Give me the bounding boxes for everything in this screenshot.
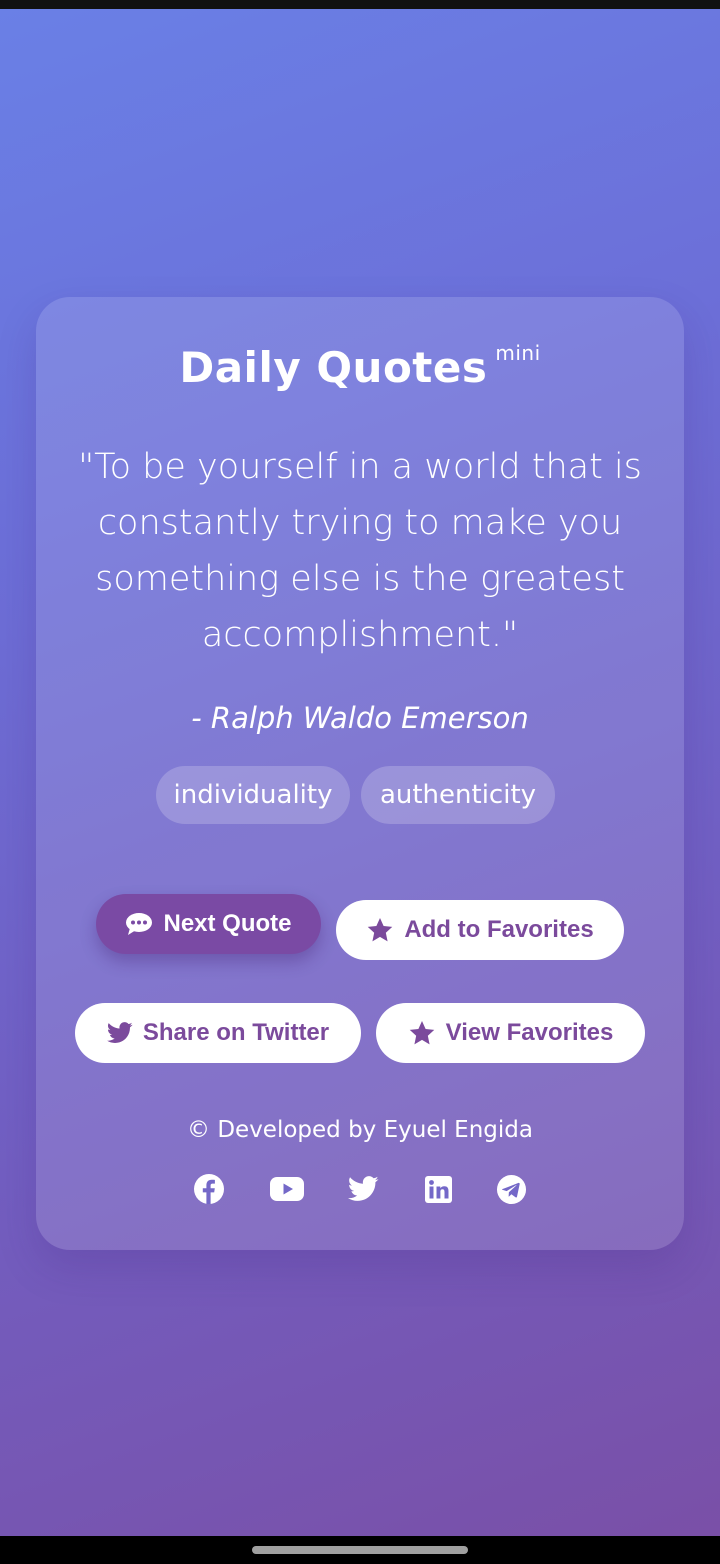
linkedin-link[interactable] <box>424 1171 452 1207</box>
add-to-favorites-button[interactable]: Add to Favorites <box>336 900 624 960</box>
quote-author: - Ralph Waldo Emerson <box>191 701 529 735</box>
share-on-twitter-button[interactable]: Share on Twitter <box>75 1003 361 1063</box>
developer-credit: © Developed by Eyuel Engida <box>187 1117 533 1143</box>
tag-individuality[interactable]: individuality <box>156 766 350 824</box>
app-title-text: Daily Quotes <box>179 343 488 392</box>
youtube-link[interactable] <box>269 1171 305 1207</box>
share-on-twitter-label: Share on Twitter <box>142 1019 330 1046</box>
facebook-link[interactable] <box>193 1171 225 1207</box>
star-icon <box>409 1020 434 1044</box>
title-badge: mini <box>495 341 541 365</box>
twitter-icon <box>106 1022 133 1043</box>
star-icon <box>368 917 393 941</box>
quote-card: Daily Quotes mini "To be yourself in a wo… <box>36 297 684 1250</box>
quote-text: "To be yourself in a world that is const… <box>78 447 642 655</box>
system-navigation-bar <box>0 1536 720 1564</box>
view-favorites-button[interactable]: View Favorites <box>376 1003 645 1063</box>
comment-icon <box>126 913 153 935</box>
home-gesture-handle[interactable] <box>252 1546 468 1554</box>
view-favorites-label: View Favorites <box>445 1019 614 1046</box>
linkedin-icon <box>424 1175 452 1203</box>
twitter-link[interactable] <box>347 1171 379 1207</box>
next-quote-button[interactable]: Next Quote <box>96 894 321 954</box>
twitter-icon <box>347 1176 378 1201</box>
next-quote-label: Next Quote <box>163 910 292 937</box>
telegram-icon <box>496 1174 526 1204</box>
status-bar <box>0 0 720 9</box>
add-to-favorites-label: Add to Favorites <box>404 916 594 943</box>
youtube-icon <box>270 1177 304 1201</box>
facebook-icon <box>194 1174 224 1204</box>
telegram-link[interactable] <box>495 1171 527 1207</box>
tag-authenticity[interactable]: authenticity <box>361 766 555 824</box>
app-title: Daily Quotes mini <box>36 341 684 392</box>
